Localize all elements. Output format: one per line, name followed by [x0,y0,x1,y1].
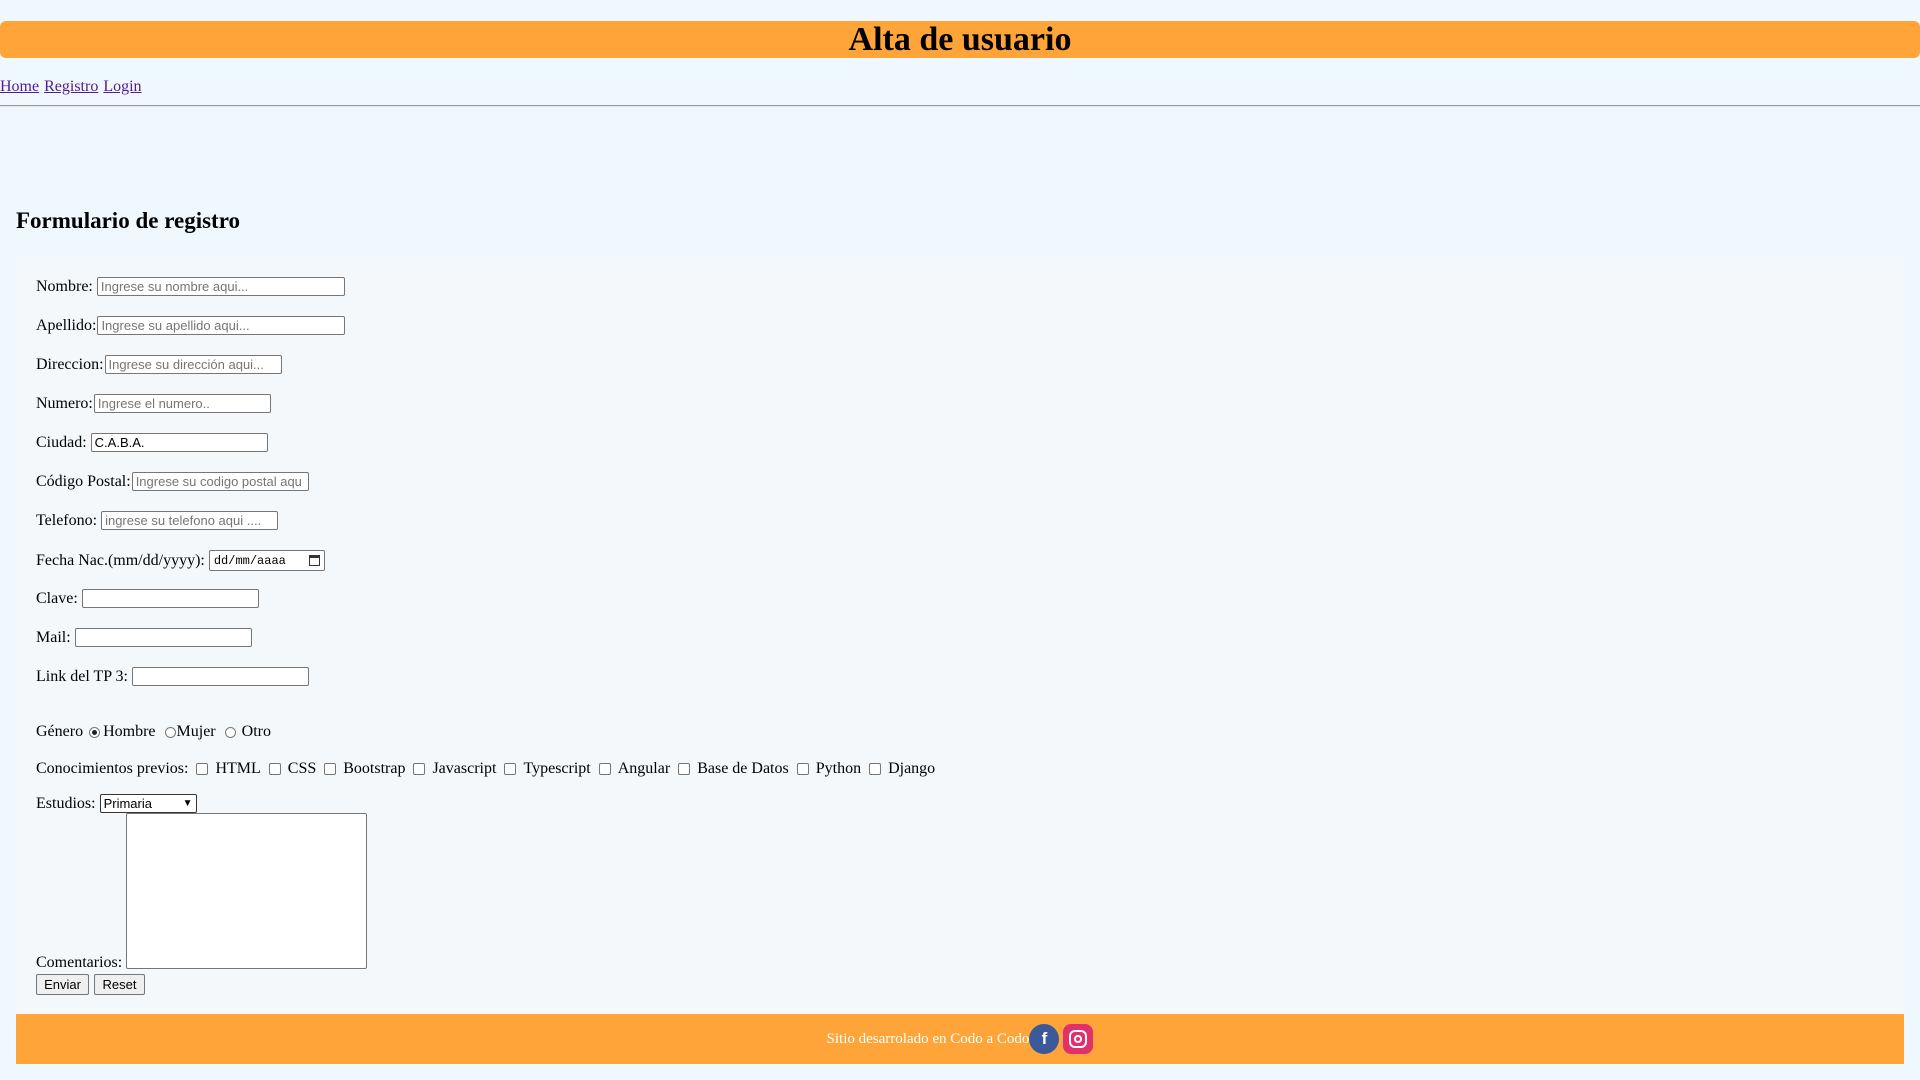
label-direccion: Direccion: [36,355,104,373]
instagram-icon[interactable] [1063,1024,1094,1054]
conocimientos-group: Conocimientos previos: HTML CSS Bootstra… [36,760,935,778]
facebook-icon[interactable]: f [1029,1024,1060,1054]
label-link-tp3: Link del TP 3: [36,667,128,685]
label-nombre: Nombre: [36,277,93,295]
codigo-postal-input[interactable] [131,472,309,491]
numero-input[interactable] [93,394,271,413]
field-row-fecha-nac: Fecha Nac.(mm/dd/yyyy): dd/mm/aaaa [36,550,325,571]
field-row-clave: Clave: [36,589,259,608]
chevron-down-icon: ▼ [182,798,193,809]
form-title: Formulario de registro [16,208,240,233]
genero-group: Género Hombre Mujer Otro [36,723,271,741]
page-title: Alta de usuario [848,21,1072,58]
label-telefono: Telefono: [36,511,98,529]
label-css: CSS [287,760,317,777]
nav-link-home[interactable]: Home [0,78,39,95]
apellido-input[interactable] [97,316,346,335]
checkbox-base-de-datos[interactable] [678,763,691,775]
field-row-ciudad: Ciudad: [36,433,268,452]
checkbox-typescript[interactable] [504,763,517,775]
label-django: Django [888,760,936,777]
radio-otro[interactable] [224,726,236,738]
divider [0,105,1920,107]
label-codigo-postal: Código Postal: [36,472,131,490]
label-numero: Numero: [36,394,93,412]
enviar-button[interactable]: Enviar [36,974,89,995]
estudios-row: Estudios: Primaria ▼ [36,794,197,813]
checkbox-bootstrap[interactable] [324,763,337,775]
field-row-link-tp3: Link del TP 3: [36,667,309,686]
nombre-input[interactable] [96,277,345,296]
label-javascript: Javascript [432,760,497,777]
footer-text: Sitio desarrolado en Codo a Codo [826,1030,1030,1047]
label-base-de-datos: Base de Datos [697,760,789,777]
field-row-mail: Mail: [36,628,252,647]
page: Alta de usuario Home Registro Login Form… [0,0,1920,1080]
label-python: Python [815,760,862,777]
field-row-numero: Numero: [36,394,271,413]
estudios-select[interactable]: Primaria ▼ [99,794,197,813]
mail-input[interactable] [74,628,252,647]
label-mail: Mail: [36,628,71,646]
direccion-input[interactable] [104,355,282,374]
nav-link-registro[interactable]: Registro [44,78,98,95]
radio-mujer[interactable] [164,726,176,738]
footer: Sitio desarrolado en Codo a Codo f [16,1014,1904,1064]
checkbox-django[interactable] [869,763,882,775]
link-tp3-input[interactable] [132,667,309,686]
checkbox-python[interactable] [796,763,809,775]
label-ciudad: Ciudad: [36,433,87,451]
field-row-telefono: Telefono: [36,511,279,530]
field-row-direccion: Direccion: [36,355,282,374]
checkbox-javascript[interactable] [413,763,426,775]
label-fecha-nac: Fecha Nac.(mm/dd/yyyy): [36,551,205,569]
checkbox-angular[interactable] [598,763,611,775]
date-placeholder: dd/mm/aaaa [213,553,286,568]
ciudad-input[interactable] [90,433,268,452]
reset-button[interactable]: Reset [94,974,145,995]
telefono-input[interactable] [101,511,279,530]
clave-input[interactable] [81,589,259,608]
label-angular: Angular [617,760,671,777]
field-row-apellido: Apellido: [36,316,346,335]
nav-bar: Home Registro Login [0,78,143,96]
calendar-icon[interactable] [308,555,320,566]
field-row-nombre: Nombre: [36,277,345,296]
comentarios-textarea[interactable] [126,813,367,969]
label-typescript: Typescript [523,760,591,777]
label-mujer: Mujer [176,723,216,740]
label-conocimientos: Conocimientos previos: [36,760,189,777]
label-apellido: Apellido: [36,316,97,334]
header-banner: Alta de usuario [0,21,1920,58]
estudios-selected: Primaria [103,796,152,811]
nav-link-login[interactable]: Login [103,78,141,95]
fecha-nac-input[interactable]: dd/mm/aaaa [208,550,325,571]
label-estudios: Estudios: [36,794,96,812]
checkbox-html[interactable] [196,763,209,775]
label-bootstrap: Bootstrap [343,760,406,777]
field-row-codigo-postal: Código Postal: [36,472,309,491]
label-hombre: Hombre [103,723,156,740]
comentarios-row: Comentarios: [36,954,122,972]
checkbox-css[interactable] [268,763,281,775]
label-otro: Otro [241,723,271,740]
label-html: HTML [215,760,261,777]
radio-hombre[interactable] [89,726,101,738]
label-genero: Género [36,723,84,740]
label-clave: Clave: [36,589,78,607]
label-comentarios: Comentarios: [36,954,123,971]
